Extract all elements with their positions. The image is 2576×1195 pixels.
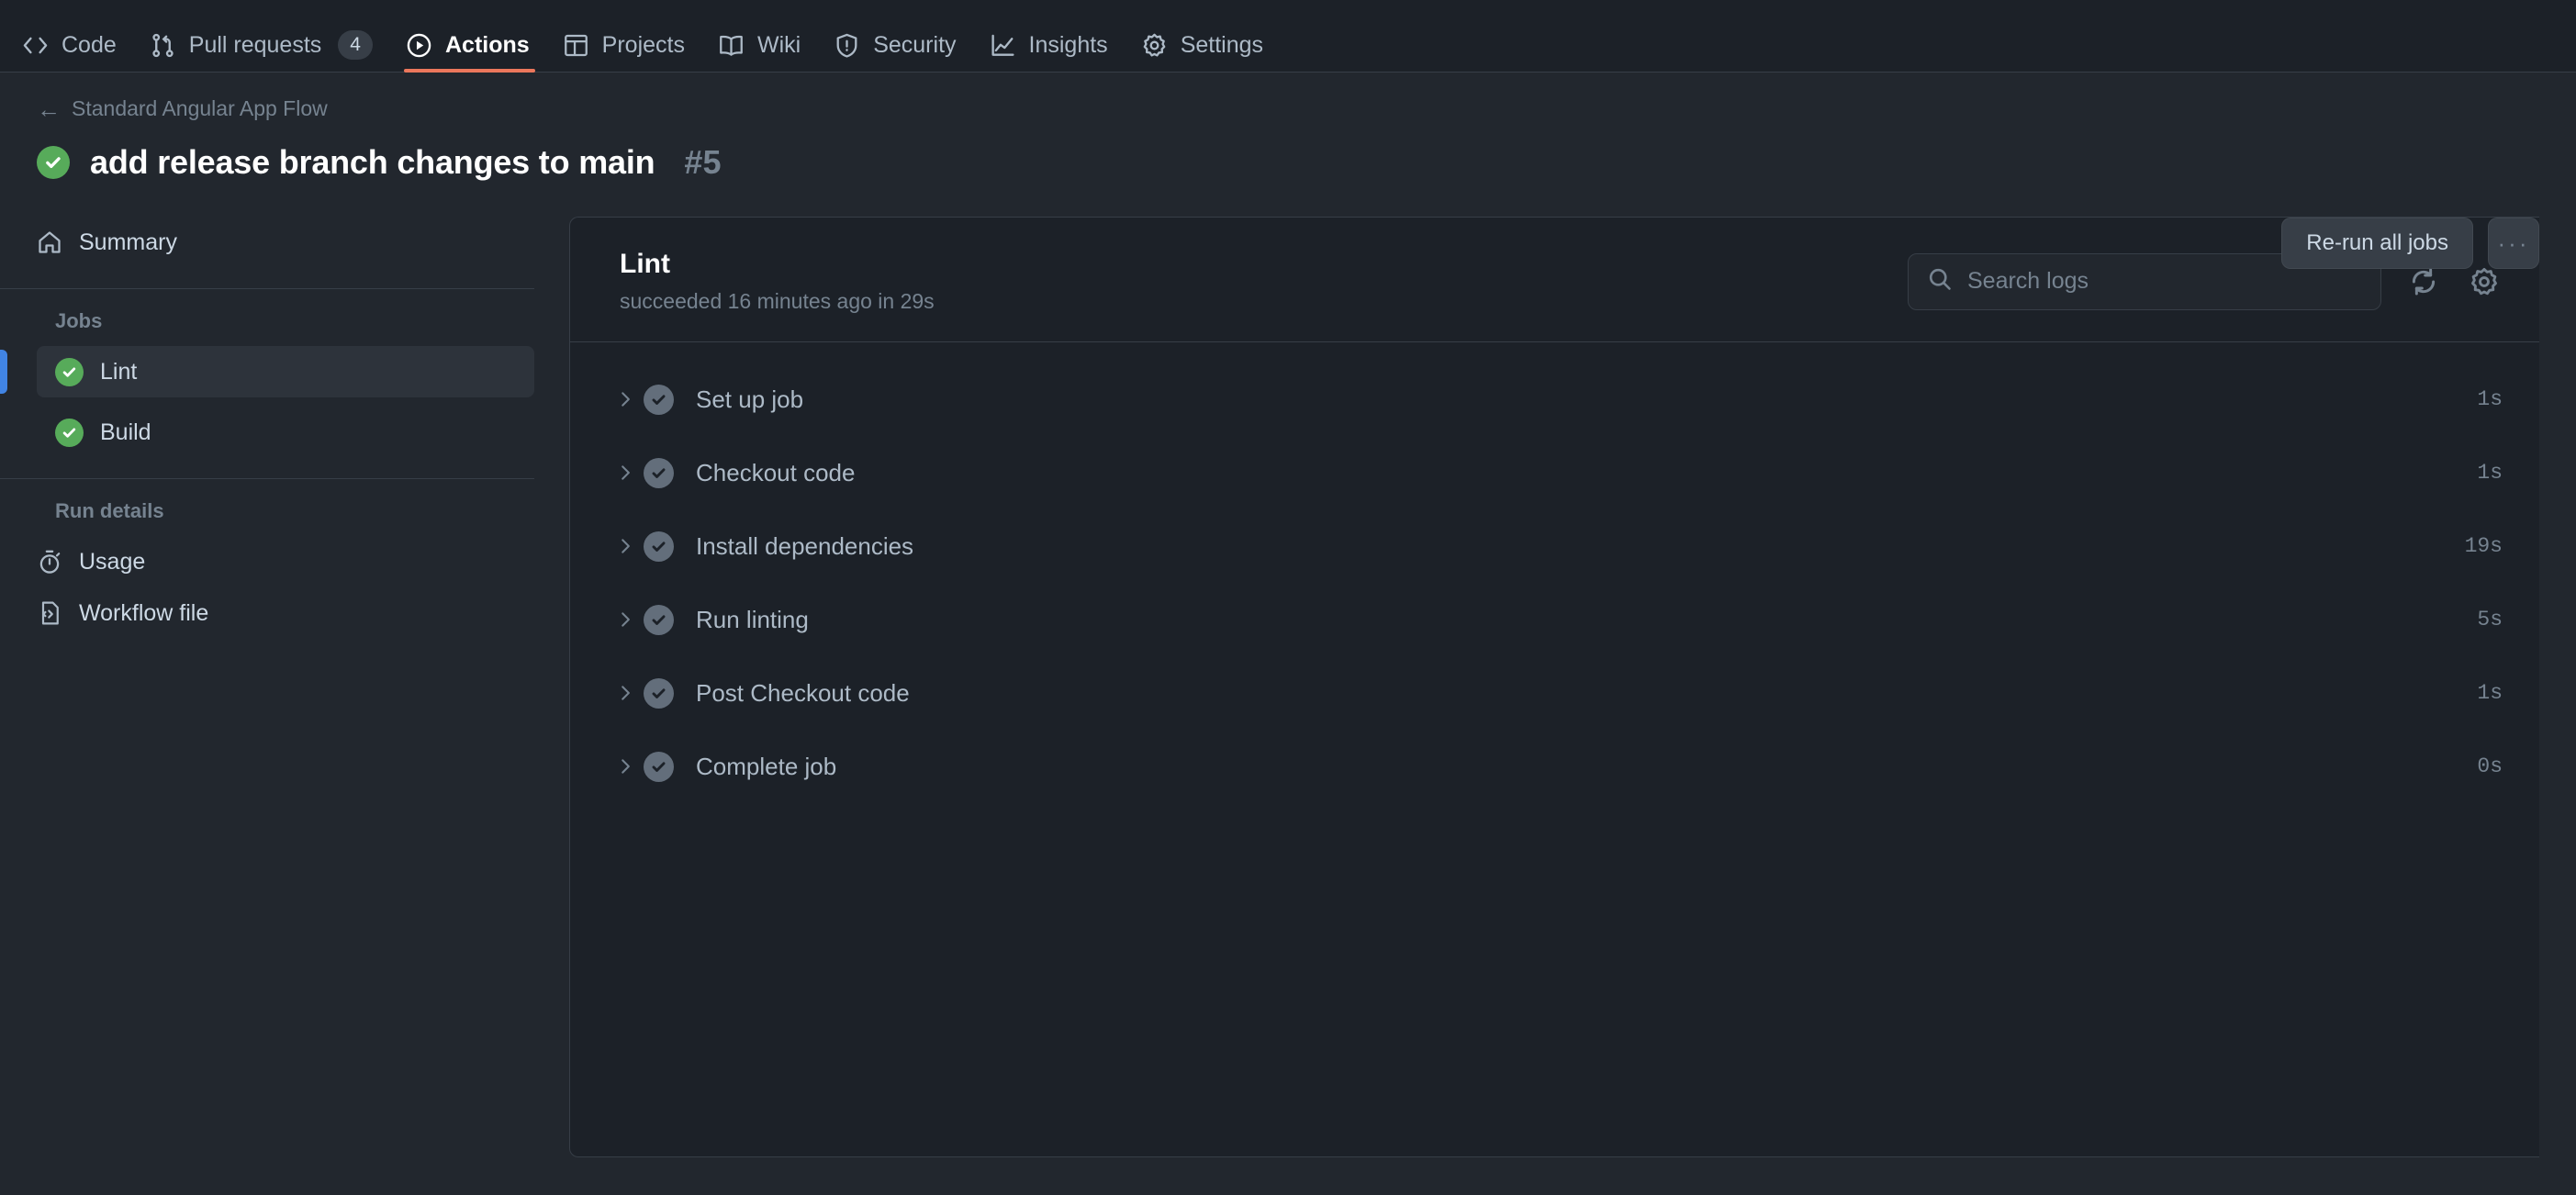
book-icon <box>718 32 745 59</box>
check-circle-green-icon <box>55 357 84 386</box>
step-row[interactable]: Complete job 0s <box>570 730 2539 803</box>
job-name: Lint <box>620 249 670 279</box>
sidebar-item-workflow-file-label: Workflow file <box>79 599 209 626</box>
nav-item-label: Security <box>873 31 957 58</box>
nav-item-insights[interactable]: Insights <box>975 18 1126 72</box>
search-icon <box>1927 266 1953 296</box>
sidebar-item-usage-label: Usage <box>79 548 146 575</box>
step-duration: 1s <box>2477 387 2503 411</box>
gear-icon <box>1141 32 1168 59</box>
run-number: #5 <box>684 143 722 181</box>
nav-item-pull-requests[interactable]: Pull requests 4 <box>135 18 391 72</box>
step-row[interactable]: Run linting 5s <box>570 583 2539 656</box>
rerun-all-jobs-button[interactable]: Re-run all jobs <box>2281 218 2473 269</box>
chevron-right-icon[interactable] <box>607 461 644 485</box>
nav-item-label: Insights <box>1028 31 1108 58</box>
step-duration: 19s <box>2464 534 2503 558</box>
nav-item-security[interactable]: Security <box>819 18 974 72</box>
back-arrow-icon: ← <box>37 95 61 123</box>
check-circle-gray-icon <box>644 457 674 488</box>
nav-item-code[interactable]: Code <box>7 18 135 72</box>
nav-item-label: Pull requests <box>188 31 322 58</box>
step-row[interactable]: Install dependencies 19s <box>570 509 2539 583</box>
sidebar-divider-1 <box>0 288 534 289</box>
breadcrumb-workflow-label: Standard Angular App Flow <box>72 96 328 120</box>
sidebar-job-label: Build <box>100 419 151 445</box>
step-name: Post Checkout code <box>696 678 910 707</box>
step-row[interactable]: Set up job 1s <box>570 363 2539 436</box>
play-circle-icon <box>406 32 432 59</box>
stopwatch-icon <box>37 549 62 575</box>
breadcrumb[interactable]: ← Standard Angular App Flow <box>37 96 2539 121</box>
job-status-text: succeeded 16 minutes ago in 29s <box>620 289 935 313</box>
search-logs-input[interactable] <box>1967 268 2362 295</box>
nav-item-settings[interactable]: Settings <box>1126 18 1282 72</box>
repo-nav: Code Pull requests 4 Actions Projects Wiki Sec… <box>0 0 2576 73</box>
run-title-row: add release branch changes to main #5 <box>37 143 2539 182</box>
step-duration: 5s <box>2477 608 2503 631</box>
sidebar-divider-2 <box>0 478 534 479</box>
sidebar-job-label: Lint <box>100 358 138 385</box>
home-icon <box>37 229 62 255</box>
check-circle-gray-icon <box>644 604 674 635</box>
chevron-right-icon[interactable] <box>607 681 644 705</box>
code-icon <box>22 32 49 59</box>
step-duration: 1s <box>2477 461 2503 485</box>
step-duration: 0s <box>2477 754 2503 778</box>
git-pull-request-icon <box>150 32 176 59</box>
step-name: Complete job <box>696 752 837 780</box>
step-name: Checkout code <box>696 458 856 486</box>
workflow-file-icon <box>37 600 62 626</box>
run-body: Summary Jobs Lint Build Run details Usage… <box>0 182 2576 1157</box>
run-sidebar: Summary Jobs Lint Build Run details Usage… <box>0 217 569 1157</box>
sidebar-item-summary-label: Summary <box>79 229 177 255</box>
chevron-right-icon[interactable] <box>607 754 644 778</box>
table-icon <box>563 32 589 59</box>
nav-item-counter: 4 <box>338 30 373 60</box>
nav-item-label: Wiki <box>756 31 801 58</box>
chevron-right-icon[interactable] <box>607 608 644 631</box>
sidebar-jobs-list: Lint Build <box>0 346 534 458</box>
nav-item-label: Actions <box>444 31 530 58</box>
nav-item-actions[interactable]: Actions <box>391 18 548 73</box>
job-log-panel: Lint succeeded 16 minutes ago in 29s Sea… <box>569 217 2539 1157</box>
graph-icon <box>990 32 1016 59</box>
job-steps-list: Set up job 1s Checkout code 1s Install depen… <box>570 342 2539 1156</box>
step-name: Install dependencies <box>696 531 914 560</box>
step-row[interactable]: Post Checkout code 1s <box>570 656 2539 730</box>
nav-item-wiki[interactable]: Wiki <box>703 18 819 72</box>
shield-alert-icon <box>834 32 860 59</box>
check-circle-gray-icon <box>644 751 674 782</box>
job-panel-header: Lint succeeded 16 minutes ago in 29s <box>570 218 2539 342</box>
nav-item-projects[interactable]: Projects <box>548 18 703 72</box>
sidebar-job-build[interactable]: Build <box>37 407 534 458</box>
check-circle-green-icon <box>37 146 70 179</box>
job-panel-title-block: Lint succeeded 16 minutes ago in 29s <box>620 249 935 314</box>
sidebar-jobs-title: Jobs <box>55 309 103 332</box>
more-options-button[interactable]: ··· <box>2488 218 2539 269</box>
run-main: Lint succeeded 16 minutes ago in 29s Sea… <box>569 217 2576 1157</box>
nav-item-label: Projects <box>601 31 685 58</box>
check-circle-gray-icon <box>644 530 674 562</box>
sidebar-run-details-title: Run details <box>55 499 164 522</box>
run-header: ← Standard Angular App Flow add release … <box>0 73 2576 269</box>
check-circle-green-icon <box>55 418 84 447</box>
nav-item-label: Settings <box>1180 31 1264 58</box>
step-name: Set up job <box>696 385 804 413</box>
check-circle-gray-icon <box>644 384 674 415</box>
chevron-right-icon[interactable] <box>607 387 644 411</box>
sidebar-item-usage[interactable]: Usage <box>18 536 534 587</box>
repo-nav-list: Code Pull requests 4 Actions Projects Wiki Sec… <box>7 18 1282 73</box>
step-row[interactable]: Checkout code 1s <box>570 436 2539 509</box>
sidebar-item-workflow-file[interactable]: Workflow file <box>18 587 534 639</box>
page-title: add release branch changes to main <box>90 143 655 181</box>
step-duration: 1s <box>2477 681 2503 705</box>
check-circle-gray-icon <box>644 677 674 709</box>
sidebar-job-lint[interactable]: Lint <box>0 346 534 397</box>
run-header-actions: Re-run all jobs ··· <box>2281 218 2539 269</box>
sidebar-item-summary[interactable]: Summary <box>18 217 534 268</box>
nav-item-label: Code <box>62 31 117 58</box>
step-name: Run linting <box>696 605 809 633</box>
chevron-right-icon[interactable] <box>607 534 644 558</box>
